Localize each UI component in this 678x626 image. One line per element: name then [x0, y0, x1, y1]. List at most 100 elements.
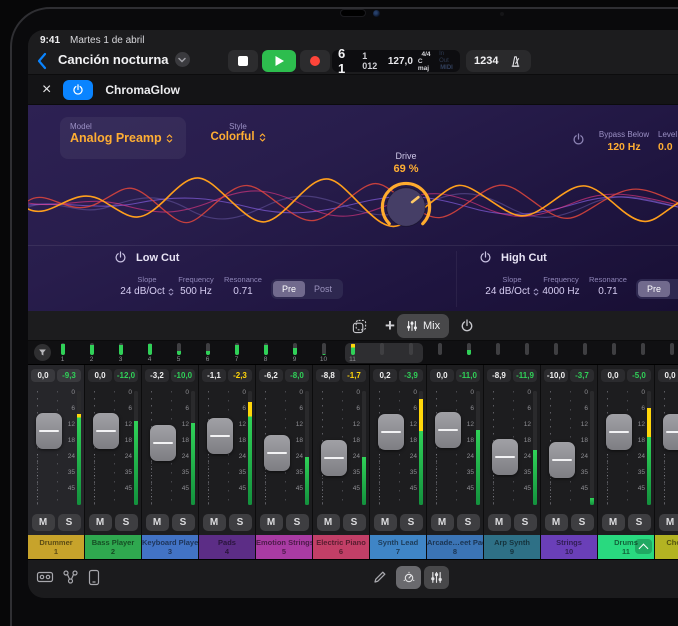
- track-name-cell[interactable]: Chorus V 12: [655, 535, 678, 559]
- drive-knob[interactable]: [378, 179, 434, 235]
- pre-button[interactable]: Pre: [273, 281, 305, 297]
- track-name-cell[interactable]: Emotion Strings 5: [256, 535, 312, 559]
- low-cut-power-icon[interactable]: [114, 251, 127, 264]
- high-cut-resonance[interactable]: Resonance 0.71: [578, 275, 638, 297]
- fader[interactable]: 061218243545: [28, 385, 84, 511]
- fader-handle[interactable]: [264, 435, 290, 471]
- count-in-button[interactable]: 1234: [474, 55, 498, 67]
- post-button[interactable]: Post: [670, 281, 678, 297]
- post-button[interactable]: Post: [305, 281, 341, 297]
- fader-handle[interactable]: [93, 413, 119, 449]
- volume-value[interactable]: -8,8: [316, 369, 340, 382]
- volume-value[interactable]: -6,2: [259, 369, 283, 382]
- volume-value[interactable]: -3,2: [145, 369, 169, 382]
- high-cut-power-icon[interactable]: [479, 251, 492, 264]
- knob-view-icon[interactable]: [396, 566, 421, 589]
- fader[interactable]: 061218243545: [370, 385, 426, 511]
- volume-value[interactable]: 0,0: [31, 369, 55, 382]
- mute-button[interactable]: M: [89, 514, 112, 531]
- volume-value[interactable]: 0,2: [373, 369, 397, 382]
- mute-button[interactable]: M: [431, 514, 454, 531]
- mute-button[interactable]: M: [545, 514, 568, 531]
- mute-button[interactable]: M: [317, 514, 340, 531]
- mute-button[interactable]: M: [32, 514, 55, 531]
- fader[interactable]: 061218243545: [484, 385, 540, 511]
- metronome-icon[interactable]: [508, 54, 523, 69]
- mute-button[interactable]: M: [602, 514, 625, 531]
- mute-button[interactable]: M: [488, 514, 511, 531]
- solo-button[interactable]: S: [115, 514, 138, 531]
- track-name-cell[interactable]: Arcade…eet Pad 8: [427, 535, 483, 559]
- song-title-menu[interactable]: Canción nocturna: [58, 52, 190, 67]
- pencil-icon[interactable]: [372, 569, 388, 585]
- track-name-cell[interactable]: Drummer 1: [28, 535, 84, 559]
- fader-handle[interactable]: [321, 440, 347, 476]
- mix-button[interactable]: Mix: [397, 314, 449, 338]
- chevron-up-icon[interactable]: [635, 539, 652, 554]
- play-button[interactable]: [262, 50, 296, 72]
- fader[interactable]: 061218243545: [313, 385, 369, 511]
- fader[interactable]: 061218243545: [427, 385, 483, 511]
- volume-value[interactable]: 0,0: [601, 369, 625, 382]
- solo-button[interactable]: S: [229, 514, 252, 531]
- fader-handle[interactable]: [663, 414, 678, 450]
- volume-value[interactable]: -1,1: [202, 369, 226, 382]
- mute-button[interactable]: M: [203, 514, 226, 531]
- volume-value[interactable]: -8,9: [487, 369, 511, 382]
- recorder-icon[interactable]: [36, 569, 54, 585]
- volume-value[interactable]: 0,0: [658, 369, 678, 382]
- fader-handle[interactable]: [606, 414, 632, 450]
- power-icon[interactable]: [453, 315, 481, 337]
- track-name-cell[interactable]: Electric Piano 6: [313, 535, 369, 559]
- fader-handle[interactable]: [378, 414, 404, 450]
- track-name-cell[interactable]: Arp Synth 9: [484, 535, 540, 559]
- solo-button[interactable]: S: [457, 514, 480, 531]
- fader[interactable]: 061218243545: [655, 385, 678, 511]
- fader[interactable]: 061218243545: [256, 385, 312, 511]
- solo-button[interactable]: S: [571, 514, 594, 531]
- record-button[interactable]: [300, 50, 330, 72]
- bypass-below-control[interactable]: Bypass Below 120 Hz: [584, 130, 664, 153]
- fader[interactable]: 061218243545: [541, 385, 597, 511]
- faders-view-icon[interactable]: [424, 566, 449, 589]
- fader[interactable]: 061218243545: [598, 385, 654, 511]
- pre-button[interactable]: Pre: [638, 281, 670, 297]
- volume-value[interactable]: 0,0: [430, 369, 454, 382]
- style-selector[interactable]: Style Colorful: [193, 122, 283, 143]
- plugin-power-button[interactable]: [63, 80, 93, 100]
- track-name-cell[interactable]: Synth Lead 7: [370, 535, 426, 559]
- fader-handle[interactable]: [549, 442, 575, 478]
- track-name-cell[interactable]: Drums 11: [598, 535, 654, 559]
- low-cut-resonance[interactable]: Resonance 0.71: [213, 275, 273, 297]
- track-name-cell[interactable]: Keyboard Player 3: [142, 535, 198, 559]
- track-name-cell[interactable]: Strings 10: [541, 535, 597, 559]
- device-icon[interactable]: [88, 569, 100, 586]
- model-selector[interactable]: Model Analog Preamp: [60, 117, 186, 159]
- fader-handle[interactable]: [435, 412, 461, 448]
- solo-button[interactable]: S: [514, 514, 537, 531]
- volume-value[interactable]: 0,0: [88, 369, 112, 382]
- solo-button[interactable]: S: [172, 514, 195, 531]
- mute-button[interactable]: M: [146, 514, 169, 531]
- fader[interactable]: 061218243545: [85, 385, 141, 511]
- volume-value[interactable]: -10,0: [544, 369, 568, 382]
- mute-button[interactable]: M: [374, 514, 397, 531]
- fader[interactable]: 061218243545: [199, 385, 255, 511]
- fader-handle[interactable]: [207, 418, 233, 454]
- level-control[interactable]: Level 0.0: [658, 130, 678, 153]
- close-icon[interactable]: ×: [42, 82, 51, 98]
- fader[interactable]: 061218243545: [142, 385, 198, 511]
- solo-button[interactable]: S: [286, 514, 309, 531]
- fader-handle[interactable]: [150, 425, 176, 461]
- solo-button[interactable]: S: [343, 514, 366, 531]
- lcd-display[interactable]: 6 1 1 012 127,0 4/4 C maj In Out MIDI: [332, 50, 460, 72]
- routing-icon[interactable]: [62, 569, 79, 585]
- mute-button[interactable]: M: [659, 514, 678, 531]
- track-name-cell[interactable]: Bass Player 2: [85, 535, 141, 559]
- fader-handle[interactable]: [492, 439, 518, 475]
- solo-button[interactable]: S: [400, 514, 423, 531]
- back-icon[interactable]: [36, 51, 54, 71]
- track-name-cell[interactable]: Pads 4: [199, 535, 255, 559]
- fader-handle[interactable]: [36, 413, 62, 449]
- solo-button[interactable]: S: [628, 514, 651, 531]
